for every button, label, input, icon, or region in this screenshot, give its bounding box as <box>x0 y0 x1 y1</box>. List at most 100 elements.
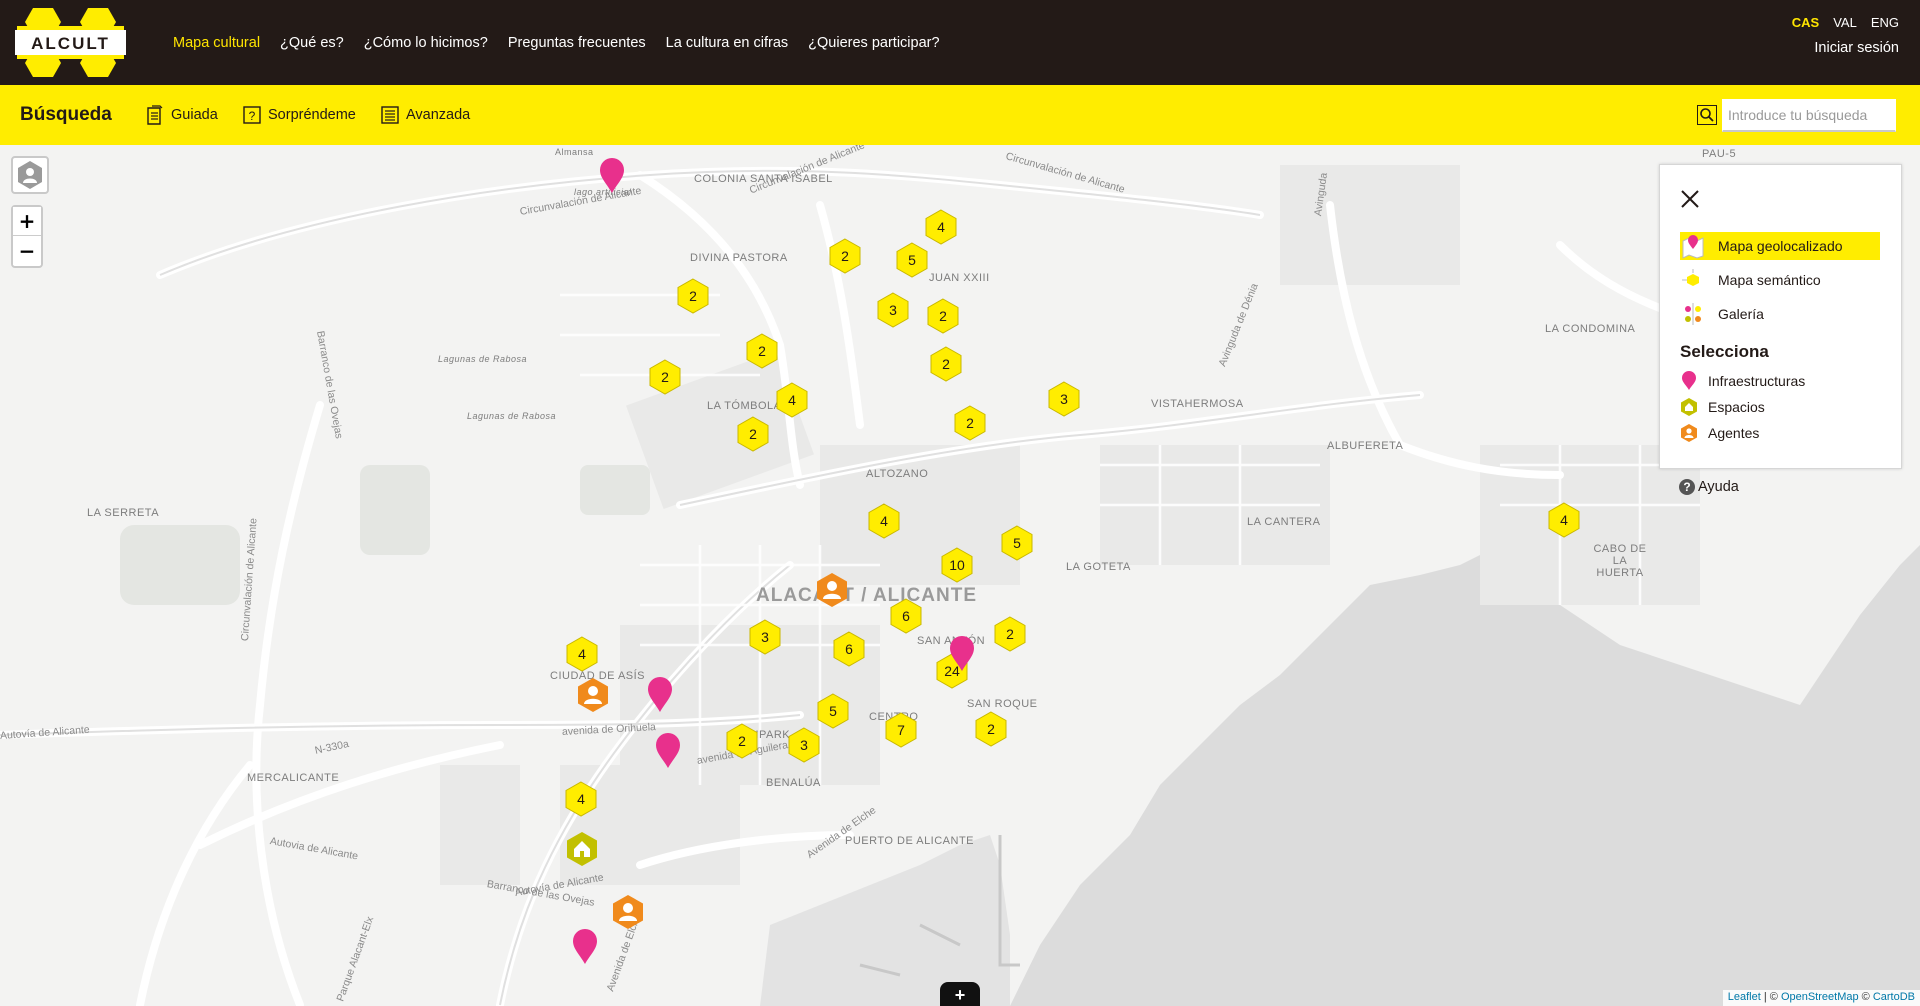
nav-como-lo-hicimos[interactable]: ¿Cómo lo hicimos? <box>364 35 488 51</box>
infrastructure-pin-icon[interactable] <box>572 929 598 965</box>
agent-marker-icon[interactable] <box>611 894 645 930</box>
cluster-marker[interactable]: 3 <box>787 727 821 763</box>
place-label: MERCALICANTE <box>247 772 340 784</box>
search-icon[interactable] <box>1697 105 1717 125</box>
search-title: Búsqueda <box>20 104 112 125</box>
cluster-marker[interactable]: 2 <box>676 278 710 314</box>
help-icon: ? <box>1679 479 1695 495</box>
person-hex-icon <box>18 161 42 189</box>
agent-marker-icon[interactable] <box>815 572 849 608</box>
map-canvas[interactable]: COLONIA SANTA ISABEL DIVINA PASTORA JUAN… <box>0 145 1920 1006</box>
search-mode-sorprendeme[interactable]: ? Sorpréndeme <box>243 85 356 145</box>
place-label: ALTOZANO <box>866 468 929 480</box>
view-mapa-geolocalizado[interactable]: Mapa geolocalizado <box>1680 232 1880 260</box>
lang-eng[interactable]: ENG <box>1871 15 1899 30</box>
nav-mapa-cultural[interactable]: Mapa cultural <box>173 35 260 51</box>
city-label: ALACANT / ALICANTE <box>756 585 977 606</box>
cluster-marker[interactable]: 4 <box>1547 502 1581 538</box>
login-link[interactable]: Iniciar sesión <box>1814 40 1899 56</box>
space-marker-icon[interactable] <box>565 831 599 867</box>
user-location-button[interactable] <box>11 156 49 194</box>
legend-agentes[interactable]: Agentes <box>1680 423 1759 443</box>
cluster-marker[interactable]: 2 <box>745 333 779 369</box>
close-icon[interactable] <box>1681 190 1699 208</box>
expand-tab-button[interactable]: + <box>940 982 980 1006</box>
leaflet-link[interactable]: Leaflet <box>1728 991 1761 1003</box>
cluster-marker[interactable]: 2 <box>953 405 987 441</box>
semantic-map-icon <box>1682 269 1699 286</box>
guided-list-icon <box>147 105 163 125</box>
cluster-marker[interactable]: 2 <box>736 416 770 452</box>
legend-espacios[interactable]: Espacios <box>1680 397 1765 417</box>
cluster-marker[interactable]: 6 <box>889 598 923 634</box>
infrastructure-pin-icon[interactable] <box>647 677 673 713</box>
cluster-marker[interactable]: 10 <box>940 547 974 583</box>
cluster-marker[interactable]: 2 <box>974 711 1008 747</box>
cluster-marker[interactable]: 2 <box>725 723 759 759</box>
infrastructure-pin-icon <box>1682 371 1696 390</box>
zoom-control: + − <box>11 205 43 268</box>
map-attribution: Leaflet | © OpenStreetMap © CartoDB <box>1722 990 1920 1006</box>
cluster-marker[interactable]: 4 <box>775 382 809 418</box>
search-input[interactable] <box>1722 99 1896 132</box>
view-galeria[interactable]: Galería <box>1680 300 1880 328</box>
legend-infraestructuras[interactable]: Infraestructuras <box>1680 371 1805 391</box>
cluster-marker[interactable]: 2 <box>926 298 960 334</box>
zoom-in-button[interactable]: + <box>13 207 41 236</box>
place-label: LA CANTERA <box>1247 516 1321 528</box>
place-label: PAU-5 <box>1702 148 1737 160</box>
advanced-list-icon <box>381 106 399 124</box>
gallery-icon <box>1685 303 1701 325</box>
logo-text: ALCULT <box>31 34 110 53</box>
zoom-out-button[interactable]: − <box>13 236 41 265</box>
place-label: LA TÓMBOLA <box>707 400 782 412</box>
view-mapa-semantico-label: Mapa semántico <box>1718 272 1821 288</box>
place-label: LA SERRETA <box>87 507 160 519</box>
cluster-marker[interactable]: 5 <box>1000 525 1034 561</box>
osm-link[interactable]: OpenStreetMap <box>1781 991 1859 1003</box>
nav-preguntas-frecuentes[interactable]: Preguntas frecuentes <box>508 35 646 51</box>
cluster-marker[interactable]: 2 <box>929 346 963 382</box>
attribution-separator: © <box>1858 991 1873 1003</box>
help-link[interactable]: ? Ayuda <box>1679 479 1739 495</box>
cluster-marker[interactable]: 5 <box>816 693 850 729</box>
question-box-icon: ? <box>243 106 261 124</box>
view-mapa-semantico[interactable]: Mapa semántico <box>1680 266 1880 294</box>
view-panel: Mapa geolocalizado Mapa semántico Galerí… <box>1659 164 1902 469</box>
language-switcher: CAS VAL ENG <box>1792 15 1899 30</box>
cluster-marker[interactable]: 4 <box>924 209 958 245</box>
cluster-marker[interactable]: 7 <box>884 712 918 748</box>
infrastructure-pin-icon[interactable] <box>655 733 681 769</box>
main-nav: Mapa cultural ¿Qué es? ¿Cómo lo hicimos?… <box>173 0 960 85</box>
cluster-marker[interactable]: 2 <box>648 359 682 395</box>
nav-que-es[interactable]: ¿Qué es? <box>280 35 344 51</box>
cluster-marker[interactable]: 2 <box>993 616 1027 652</box>
cluster-marker[interactable]: 3 <box>748 619 782 655</box>
nav-quieres-participar[interactable]: ¿Quieres participar? <box>808 35 939 51</box>
lang-cas[interactable]: CAS <box>1792 15 1819 30</box>
help-label: Ayuda <box>1698 479 1739 495</box>
cluster-marker[interactable]: 3 <box>876 292 910 328</box>
infrastructure-pin-icon[interactable] <box>949 636 975 672</box>
cluster-marker[interactable]: 3 <box>1047 381 1081 417</box>
search-mode-guiada[interactable]: Guiada <box>146 85 218 145</box>
cartodb-link[interactable]: CartoDB <box>1873 991 1915 1003</box>
infrastructure-pin-icon[interactable] <box>599 158 625 194</box>
cluster-marker[interactable]: 4 <box>867 503 901 539</box>
search-mode-avanzada[interactable]: Avanzada <box>381 85 470 145</box>
cluster-marker[interactable]: 5 <box>895 242 929 278</box>
search-mode-sorprendeme-label: Sorpréndeme <box>268 107 356 123</box>
space-hex-icon <box>1681 398 1697 416</box>
agent-hex-icon <box>1681 424 1697 442</box>
search-mode-guiada-label: Guiada <box>171 107 218 123</box>
cluster-marker[interactable]: 4 <box>564 781 598 817</box>
cluster-marker[interactable]: 2 <box>828 238 862 274</box>
lang-val[interactable]: VAL <box>1833 15 1857 30</box>
cluster-marker[interactable]: 6 <box>832 631 866 667</box>
cluster-marker[interactable]: 4 <box>565 636 599 672</box>
alcult-logo[interactable]: ALCULT <box>13 6 128 79</box>
nav-cultura-en-cifras[interactable]: La cultura en cifras <box>666 35 789 51</box>
agent-marker-icon[interactable] <box>576 677 610 713</box>
place-label: DIVINA PASTORA <box>690 252 788 264</box>
svg-text:?: ? <box>249 109 256 123</box>
